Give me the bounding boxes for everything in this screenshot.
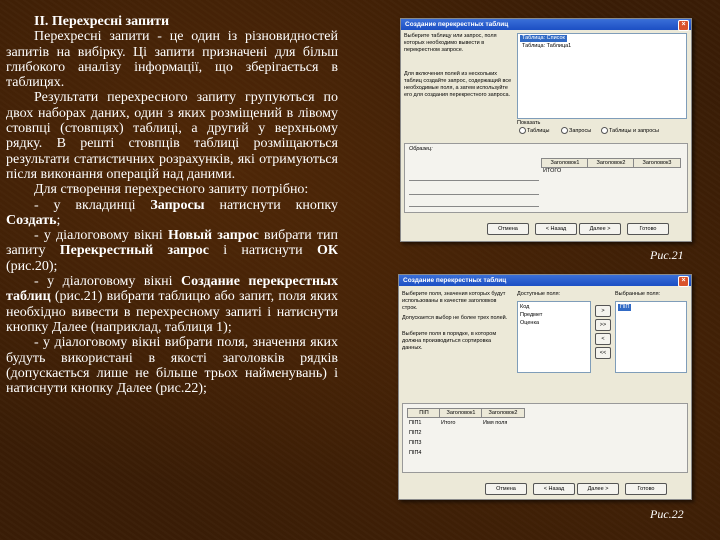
radio-queries[interactable]: Запросы: [561, 127, 591, 134]
sample-cell: ПІП2: [409, 430, 422, 436]
step-1-text: - у вкладинці: [34, 197, 151, 213]
figure-22-caption: Рис.22: [650, 507, 684, 521]
step-2-end: (рис.20);: [6, 258, 58, 274]
list-item[interactable]: Предмет: [520, 312, 542, 319]
figure-21-caption: Рис.21: [650, 248, 684, 262]
cancel-button[interactable]: Отмена: [487, 223, 529, 235]
move-all-right-button[interactable]: >>: [595, 319, 611, 331]
finish-button[interactable]: Готово: [627, 223, 669, 235]
next-button[interactable]: Далее >: [577, 483, 619, 495]
section-title: ІІ. Перехресні запити: [34, 14, 170, 29]
step-2-ok: ОК: [316, 243, 338, 259]
paragraph-steps-intro: Для створення перехресного запиту потріб…: [34, 182, 309, 198]
sample-total: ИТОГО: [543, 168, 562, 174]
finish-button[interactable]: Готово: [625, 483, 667, 495]
sample-header: Заголовок3: [633, 158, 681, 168]
step-1-button: Создать: [6, 212, 57, 228]
sample-cell: ПІП3: [409, 440, 422, 446]
intro-text: Выберите таблицу или запрос, поля которы…: [404, 33, 497, 53]
available-fields-list[interactable]: Код Предмет Оценка: [517, 301, 591, 373]
step-2-text3: і натиснути: [209, 243, 317, 259]
radio-tables[interactable]: Таблицы: [519, 127, 549, 134]
selected-fields-label: Выбранные поля:: [615, 291, 661, 297]
sample-header: Заголовок1: [439, 408, 483, 418]
radio-label: Таблицы: [527, 127, 550, 134]
figure-22-dialog: Создание перекрестных таблиц × Выберите …: [398, 274, 692, 500]
step-3: - у діалоговому вікні Создание перекрест…: [6, 274, 338, 335]
move-one-right-button[interactable]: >: [595, 305, 611, 317]
paragraph-intro: Перехресні запити - це один із різновидн…: [6, 29, 338, 91]
intro-text: Выберите поля, значения которых будут ис…: [402, 291, 506, 311]
radio-both[interactable]: Таблицы и запросы: [601, 127, 659, 134]
back-button[interactable]: < Назад: [535, 223, 577, 235]
radio-label: Таблицы и запросы: [609, 127, 659, 134]
figure-21-dialog: Создание перекрестных таблиц × Выберите …: [400, 18, 692, 242]
limit-text: Допускается выбор не более трех полей.: [402, 315, 508, 321]
sample-cell: Итого: [441, 420, 456, 426]
sample-cell: ПІП4: [409, 450, 422, 456]
dialog-title: Создание перекрестных таблиц: [405, 21, 509, 28]
step-3-text: - у діалоговому вікні: [34, 274, 182, 290]
back-button[interactable]: < Назад: [533, 483, 575, 495]
dialog-titlebar: Создание перекрестных таблиц ×: [401, 19, 691, 31]
list-item[interactable]: Таблица: Таблица1: [520, 43, 573, 50]
close-icon[interactable]: ×: [678, 20, 689, 31]
sample-header: ПІП: [407, 408, 441, 418]
sample-panel: ПІП Заголовок1 Заголовок2 ПІП1 Итого Имя…: [402, 403, 688, 473]
selected-fields-list[interactable]: ПІП: [615, 301, 687, 373]
sample-cell: ПІП1: [409, 420, 422, 426]
list-item[interactable]: Таблица: Список: [520, 35, 567, 42]
move-all-left-button[interactable]: <<: [595, 347, 611, 359]
list-item[interactable]: Код: [520, 304, 529, 311]
paragraph-results: Результати перехресного запиту групуютьс…: [6, 90, 338, 182]
step-1-tab: Запросы: [150, 197, 205, 213]
cancel-button[interactable]: Отмена: [485, 483, 527, 495]
close-icon[interactable]: ×: [678, 276, 689, 287]
text-column: ІІ. Перехресні запити Перехресні запити …: [6, 14, 338, 396]
list-item[interactable]: Оценка: [520, 320, 539, 327]
step-2-dialog: Новый запрос: [168, 228, 259, 244]
sample-header: Заголовок2: [481, 408, 525, 418]
order-text: Выберите поля в порядке, в котором должн…: [402, 331, 497, 351]
step-1: - у вкладинці Запросы натиснути кнопку С…: [6, 198, 338, 229]
step-2: - у діалоговому вікні Новый запрос вибра…: [6, 228, 338, 274]
radio-label: Запросы: [569, 127, 592, 134]
step-1-end: ;: [56, 212, 61, 228]
next-button[interactable]: Далее >: [579, 223, 621, 235]
sample-header: Заголовок2: [587, 158, 635, 168]
dialog-title: Создание перекрестных таблиц: [403, 277, 507, 284]
sample-label: Образец:: [409, 146, 433, 152]
move-one-left-button[interactable]: <: [595, 333, 611, 345]
step-2-type: Перекрестный запрос: [59, 243, 209, 259]
list-item[interactable]: ПІП: [618, 304, 632, 311]
step-2-text: - у діалоговому вікні: [34, 228, 168, 244]
available-fields-label: Доступные поля:: [517, 291, 561, 297]
table-list[interactable]: Таблица: Список Таблица: Таблица1: [517, 33, 687, 119]
step-4: - у діалоговому вікні вибрати поля, знач…: [6, 335, 338, 397]
step-1-text2: натиснути кнопку: [204, 197, 338, 213]
hint-text: Для включения полей из нескольких таблиц…: [404, 71, 512, 98]
sample-panel: Образец: Заголовок1 Заголовок2 Заголовок…: [404, 143, 688, 213]
dialog-titlebar: Создание перекрестных таблиц ×: [399, 275, 691, 287]
sample-cell: Имя поля: [483, 420, 508, 426]
sample-header: Заголовок1: [541, 158, 589, 168]
step-3-text2: (рис.21) вибрати таблицю або запит, поля…: [6, 289, 338, 335]
view-radio-label: Показать: [517, 120, 541, 126]
